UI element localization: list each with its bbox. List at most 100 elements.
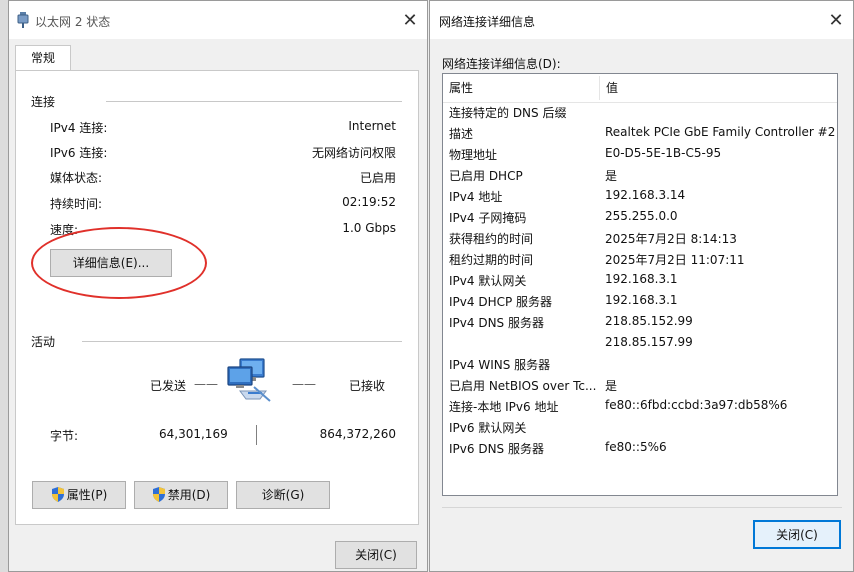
media-state-label: 媒体状态:	[50, 171, 103, 185]
received-label: 已接收	[349, 379, 386, 393]
tab-general[interactable]: 常规	[15, 45, 71, 71]
sent-label: 已发送	[150, 379, 187, 393]
list-item-property: IPv4 WINS 服务器	[449, 358, 551, 372]
close-icon[interactable]: ✕	[821, 11, 851, 31]
close-icon[interactable]: ✕	[395, 11, 425, 31]
list-item-property: IPv6 DNS 服务器	[449, 442, 544, 456]
speed-value: 1.0 Gbps	[342, 221, 396, 235]
list-item-value: 218.85.157.99	[605, 335, 693, 349]
list-item-value: 192.168.3.1	[605, 293, 678, 307]
list-item-value: 255.255.0.0	[605, 209, 678, 223]
list-item[interactable]: 物理地址 E0-D5-5E-1B-C5-95	[443, 144, 837, 165]
list-item-value: fe80::6fbd:ccbd:3a97:db58%6	[605, 398, 788, 412]
bytes-label: 字节:	[50, 429, 79, 443]
list-item-property: IPv4 DHCP 服务器	[449, 295, 553, 309]
disable-button-label: 禁用(D)	[167, 488, 211, 502]
details-button-label: 详细信息(E)...	[72, 256, 150, 270]
status-close-button-label: 关闭(C)	[355, 548, 397, 562]
list-item[interactable]: 连接-本地 IPv6 地址 fe80::6fbd:ccbd:3a97:db58%…	[443, 396, 837, 417]
list-item[interactable]: 描述 Realtek PCIe GbE Family Controller #2	[443, 123, 837, 144]
details-listview[interactable]: 属性 值 连接特定的 DNS 后缀 描述 Realtek PCIe GbE Fa…	[442, 73, 838, 496]
list-item-property: 已启用 DHCP	[449, 169, 523, 183]
list-item[interactable]: 获得租约的时间 2025年7月2日 8:14:13	[443, 228, 837, 249]
diagnose-button[interactable]: 诊断(G)	[236, 481, 330, 509]
list-item-property: 描述	[449, 127, 474, 141]
list-item-value: 192.168.3.14	[605, 188, 686, 202]
ethernet-status-window: 以太网 2 状态 ✕ 常规 连接 IPv4 连接: Internet IPv6 …	[8, 0, 428, 572]
activity-group-label: 活动	[31, 335, 56, 349]
network-adapter-icon	[17, 12, 29, 31]
list-item[interactable]: IPv4 DNS 服务器 218.85.152.99	[443, 312, 837, 333]
bytes-divider	[256, 425, 257, 445]
details-close-button[interactable]: 关闭(C)	[753, 520, 841, 549]
column-header-property[interactable]: 属性	[443, 74, 599, 102]
list-item[interactable]: 已启用 NetBIOS over Tc... 是	[443, 375, 837, 396]
list-item-property: IPv4 DNS 服务器	[449, 316, 544, 330]
ipv4-connectivity-label: IPv4 连接:	[50, 121, 108, 135]
list-item-value: Realtek PCIe GbE Family Controller #2	[605, 125, 836, 139]
ipv6-connectivity-label: IPv6 连接:	[50, 146, 108, 160]
status-window-title: 以太网 2 状态	[35, 15, 111, 29]
disable-button[interactable]: 禁用(D)	[134, 481, 228, 509]
details-list-label: 网络连接详细信息(D):	[442, 57, 561, 71]
speed-label: 速度:	[50, 223, 79, 237]
details-titlebar: 网络连接详细信息 ✕	[430, 1, 853, 39]
list-item-value: E0-D5-5E-1B-C5-95	[605, 146, 722, 160]
list-item-value: 218.85.152.99	[605, 314, 693, 328]
list-item[interactable]: IPv4 地址 192.168.3.14	[443, 186, 837, 207]
network-computers-icon	[226, 357, 278, 410]
list-item-value: 是	[605, 379, 618, 393]
list-item[interactable]: IPv4 DHCP 服务器 192.168.3.1	[443, 291, 837, 312]
list-item-value: 2025年7月2日 11:07:11	[605, 253, 745, 267]
ipv6-connectivity-value: 无网络访问权限	[311, 146, 396, 160]
list-item[interactable]: 租约过期的时间 2025年7月2日 11:07:11	[443, 249, 837, 270]
properties-button-label: 属性(P)	[66, 488, 108, 502]
list-item[interactable]: IPv4 WINS 服务器	[443, 354, 837, 375]
list-item[interactable]: 218.85.157.99	[443, 333, 837, 354]
list-item-property: IPv6 默认网关	[449, 421, 527, 435]
listview-header: 属性 值	[443, 74, 837, 103]
list-item-property: IPv4 默认网关	[449, 274, 527, 288]
list-item-property: 物理地址	[449, 148, 498, 162]
details-close-button-label: 关闭(C)	[776, 528, 818, 542]
list-item-property: 连接特定的 DNS 后缀	[449, 106, 567, 120]
connection-group-label: 连接	[31, 95, 56, 109]
list-item-value: fe80::5%6	[605, 440, 667, 454]
list-item-property: 获得租约的时间	[449, 232, 534, 246]
details-window-title: 网络连接详细信息	[439, 15, 536, 29]
column-header-value[interactable]: 值	[600, 74, 837, 102]
connection-group-line	[106, 101, 402, 102]
list-item[interactable]: IPv4 默认网关 192.168.3.1	[443, 270, 837, 291]
bytes-received-value: 864,372,260	[319, 427, 396, 441]
list-item[interactable]: 已启用 DHCP 是	[443, 165, 837, 186]
list-item[interactable]: 连接特定的 DNS 后缀	[443, 102, 837, 123]
status-close-button[interactable]: 关闭(C)	[335, 541, 417, 569]
shield-icon	[51, 485, 65, 502]
list-item-property: 已启用 NetBIOS over Tc...	[449, 379, 597, 393]
background-window-edge	[0, 0, 8, 572]
duration-label: 持续时间:	[50, 197, 103, 211]
duration-value: 02:19:52	[342, 195, 396, 209]
list-item[interactable]: IPv4 子网掩码 255.255.0.0	[443, 207, 837, 228]
diagnose-button-label: 诊断(G)	[261, 488, 305, 502]
list-item[interactable]: IPv6 默认网关	[443, 417, 837, 438]
list-item-value: 是	[605, 169, 618, 183]
column-header-value-label: 值	[606, 81, 619, 95]
properties-button[interactable]: 属性(P)	[32, 481, 126, 509]
column-header-property-label: 属性	[449, 81, 474, 95]
media-state-value: 已启用	[359, 171, 396, 185]
list-item-property: IPv4 子网掩码	[449, 211, 527, 225]
status-titlebar: 以太网 2 状态 ✕	[9, 1, 427, 39]
list-item-property: 连接-本地 IPv6 地址	[449, 400, 559, 414]
footer-separator	[442, 507, 842, 508]
sent-dash: ——	[194, 377, 218, 391]
list-item[interactable]: IPv6 DNS 服务器 fe80::5%6	[443, 438, 837, 459]
list-item-property: IPv4 地址	[449, 190, 503, 204]
tab-general-label: 常规	[30, 51, 55, 65]
general-tab-panel: 连接 IPv4 连接: Internet IPv6 连接: 无网络访问权限 媒体…	[15, 70, 419, 525]
bytes-sent-value: 64,301,169	[159, 427, 228, 441]
list-item-property: 租约过期的时间	[449, 253, 534, 267]
details-button[interactable]: 详细信息(E)...	[50, 249, 172, 277]
ipv4-connectivity-value: Internet	[348, 119, 396, 133]
shield-icon	[152, 485, 166, 502]
